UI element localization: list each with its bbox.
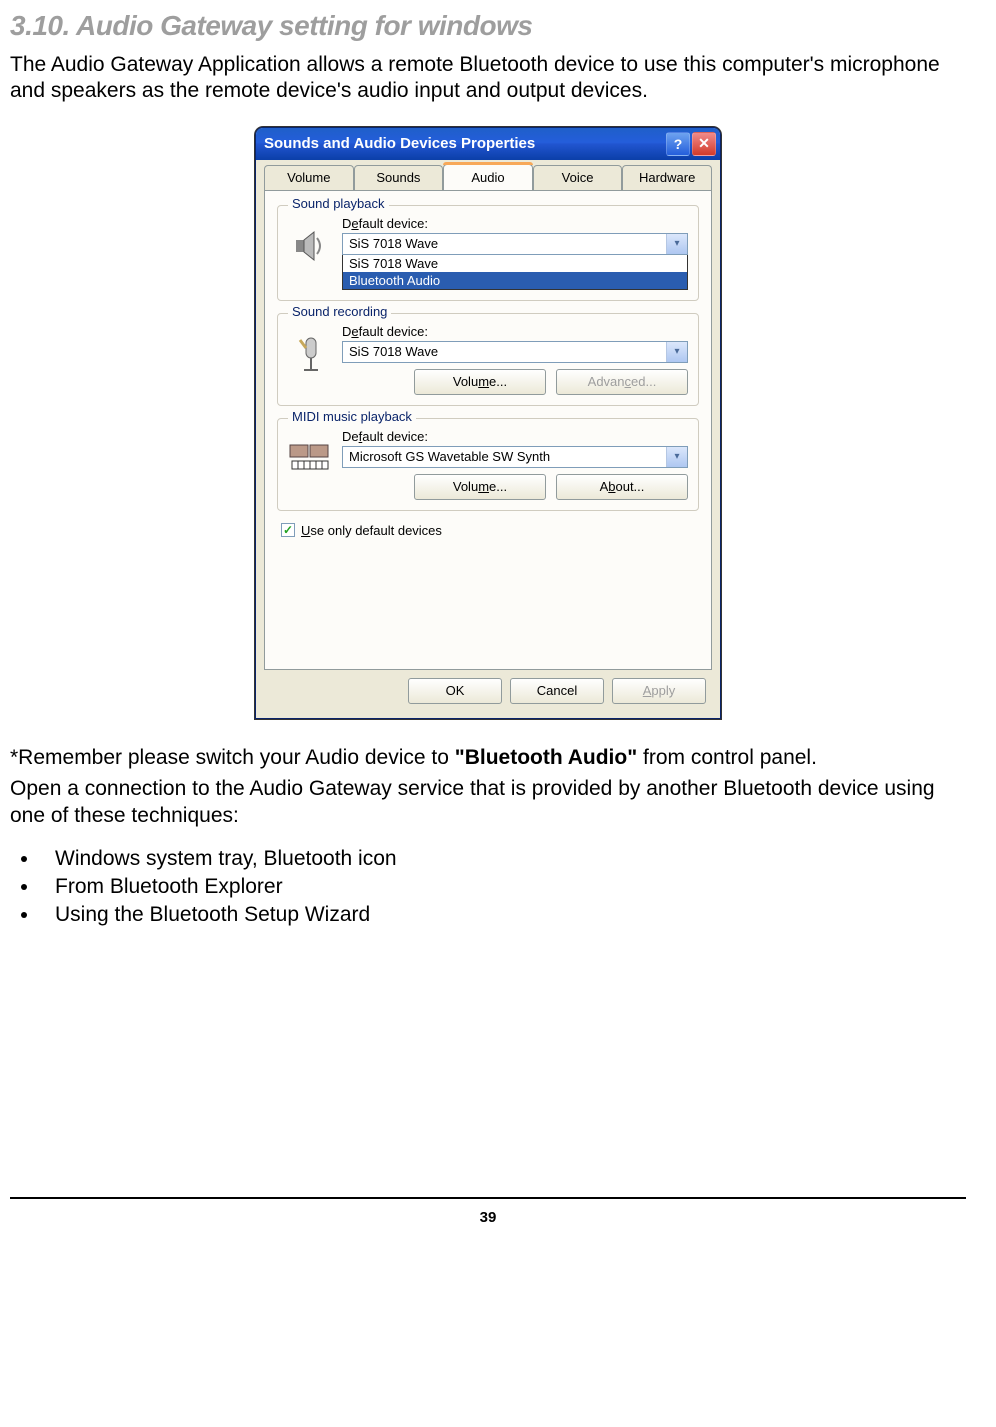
tab-volume[interactable]: Volume bbox=[264, 165, 354, 191]
close-button[interactable]: ✕ bbox=[692, 132, 716, 156]
chevron-down-icon[interactable]: ▾ bbox=[666, 342, 687, 362]
legend-playback: Sound playback bbox=[288, 196, 389, 211]
use-only-default-label: Use only default devices bbox=[301, 523, 442, 538]
tab-sounds[interactable]: Sounds bbox=[354, 165, 444, 191]
help-button[interactable]: ? bbox=[666, 132, 690, 156]
tab-voice[interactable]: Voice bbox=[533, 165, 623, 191]
chevron-down-icon[interactable]: ▾ bbox=[666, 234, 687, 254]
microphone-icon bbox=[290, 334, 330, 386]
playback-label: Default device: bbox=[342, 216, 688, 231]
midi-icon bbox=[288, 439, 332, 483]
use-only-default-checkbox-row[interactable]: ✓ Use only default devices bbox=[281, 523, 695, 538]
page-number: 39 bbox=[480, 1209, 497, 1226]
apply-button: Apply bbox=[612, 678, 706, 704]
midi-volume-button[interactable]: Volume... bbox=[414, 474, 546, 500]
recording-advanced-button: Advanced... bbox=[556, 369, 688, 395]
tab-row: Volume Sounds Audio Voice Hardware bbox=[264, 164, 712, 190]
dialog-footer-buttons: OK Cancel Apply bbox=[264, 670, 712, 708]
chevron-down-icon[interactable]: ▾ bbox=[666, 447, 687, 467]
midi-select[interactable]: Microsoft GS Wavetable SW Synth ▾ bbox=[342, 446, 688, 468]
recording-volume-button[interactable]: Volume... bbox=[414, 369, 546, 395]
group-midi-playback: MIDI music playback bbox=[277, 418, 699, 511]
tab-audio[interactable]: Audio bbox=[443, 164, 533, 190]
playback-value: SiS 7018 Wave bbox=[343, 236, 666, 251]
group-sound-playback: Sound playback bbox=[277, 205, 699, 301]
speaker-icon bbox=[290, 226, 330, 274]
playback-select[interactable]: SiS 7018 Wave ▾ bbox=[342, 233, 688, 255]
intro-paragraph: The Audio Gateway Application allows a r… bbox=[10, 52, 966, 105]
tab-hardware[interactable]: Hardware bbox=[622, 165, 712, 191]
ok-button[interactable]: OK bbox=[408, 678, 502, 704]
titlebar-text: Sounds and Audio Devices Properties bbox=[264, 135, 664, 152]
list-item: Using the Bluetooth Setup Wizard bbox=[40, 903, 966, 927]
techniques-list: Windows system tray, Bluetooth icon From… bbox=[40, 847, 966, 927]
use-only-default-checkbox[interactable]: ✓ bbox=[281, 523, 295, 537]
instructions-paragraph: Open a connection to the Audio Gateway s… bbox=[10, 775, 966, 830]
recording-value: SiS 7018 Wave bbox=[343, 344, 666, 359]
recording-label: Default device: bbox=[342, 324, 688, 339]
playback-option-selected[interactable]: Bluetooth Audio bbox=[343, 272, 687, 289]
list-item: From Bluetooth Explorer bbox=[40, 875, 966, 899]
playback-dropdown[interactable]: SiS 7018 Wave Bluetooth Audio bbox=[342, 255, 688, 290]
titlebar[interactable]: Sounds and Audio Devices Properties ? ✕ bbox=[256, 128, 720, 160]
legend-recording: Sound recording bbox=[288, 304, 391, 319]
midi-about-button[interactable]: About... bbox=[556, 474, 688, 500]
midi-label: Default device: bbox=[342, 429, 688, 444]
cancel-button[interactable]: Cancel bbox=[510, 678, 604, 704]
recording-select[interactable]: SiS 7018 Wave ▾ bbox=[342, 341, 688, 363]
midi-value: Microsoft GS Wavetable SW Synth bbox=[343, 449, 666, 464]
playback-option[interactable]: SiS 7018 Wave bbox=[343, 255, 687, 272]
page-footer: 39 bbox=[10, 1197, 966, 1226]
note-paragraph: *Remember please switch your Audio devic… bbox=[10, 744, 966, 771]
legend-midi: MIDI music playback bbox=[288, 409, 416, 424]
group-sound-recording: Sound recording bbox=[277, 313, 699, 406]
section-heading: 3.10. Audio Gateway setting for windows bbox=[10, 10, 966, 42]
close-icon: ✕ bbox=[698, 135, 710, 152]
list-item: Windows system tray, Bluetooth icon bbox=[40, 847, 966, 871]
tab-panel-audio: Sound playback bbox=[264, 190, 712, 670]
audio-properties-dialog: Sounds and Audio Devices Properties ? ✕ … bbox=[255, 127, 721, 719]
